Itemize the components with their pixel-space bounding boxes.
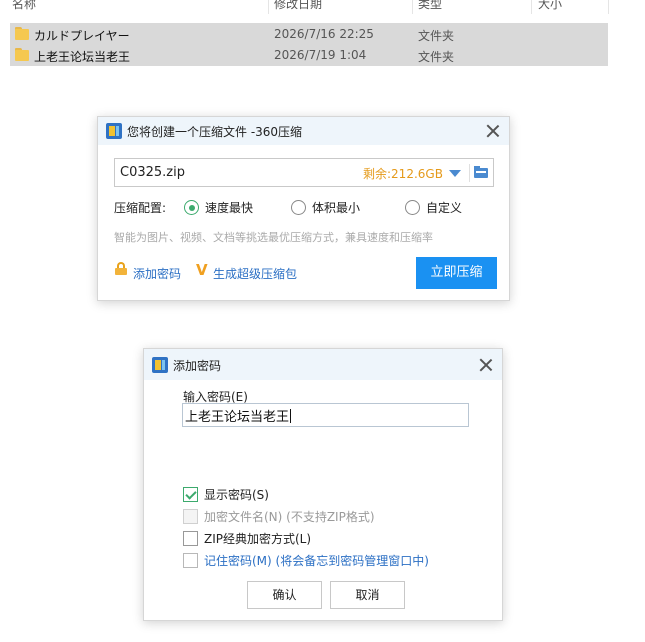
encrypt-filenames-checkbox: 加密文件名(N) (不支持ZIP格式) (183, 508, 375, 525)
file-name: 上老王论坛当老王 (34, 50, 131, 64)
lock-icon (115, 262, 127, 275)
dropdown-arrow-icon[interactable] (449, 170, 461, 177)
compress-hint-text: 智能为图片、视频、文档等挑选最优压缩方式，兼具速度和压缩率 (114, 231, 433, 244)
add-password-link[interactable]: 添加密码 (133, 265, 181, 282)
zip-classic-encryption-checkbox[interactable]: ZIP经典加密方式(L) (183, 530, 311, 547)
compress-dialog-titlebar[interactable]: 您将创建一个压缩文件 -360压缩 (98, 117, 509, 145)
compress-now-button[interactable]: 立即压缩 (416, 257, 497, 289)
radio-fastest[interactable]: 速度最快 (184, 199, 253, 216)
show-password-checkbox[interactable]: 显示密码(S) (183, 486, 269, 503)
column-separator[interactable] (531, 0, 532, 14)
app-360zip-icon (106, 123, 122, 139)
folder-icon (15, 27, 29, 40)
radio-unselected-icon[interactable] (405, 200, 420, 215)
radio-smallest[interactable]: 体积最小 (291, 199, 360, 216)
radio-label: 速度最快 (205, 201, 254, 215)
file-modified: 2026/7/19 1:04 (274, 48, 367, 62)
column-header-modified[interactable]: 修改日期 (274, 0, 322, 12)
text-caret (290, 409, 292, 423)
app-360zip-icon (152, 357, 168, 373)
radio-unselected-icon[interactable] (291, 200, 306, 215)
column-header-name[interactable]: 名称 (12, 0, 36, 12)
add-password-dialog: 添加密码 输入密码(E) 上老王论坛当老王 显示密码(S) 加密文件名(N) (… (143, 348, 503, 621)
password-dialog-title: 添加密码 (173, 359, 222, 373)
checkbox-label: 加密文件名(N) (不支持ZIP格式) (204, 510, 375, 524)
column-separator[interactable] (412, 0, 413, 14)
super-package-link[interactable]: 生成超级压缩包 (213, 265, 297, 282)
radio-label: 体积最小 (312, 201, 361, 215)
compress-config-label: 压缩配置: (114, 201, 167, 215)
cancel-button[interactable]: 取消 (330, 581, 405, 609)
vip-v-icon: V (196, 261, 208, 279)
free-space-label: 剩余:212.6GB (363, 167, 443, 181)
file-list-header: 名称 修改日期 类型 大小 (0, 0, 609, 14)
file-type: 文件夹 (418, 50, 455, 64)
close-icon[interactable] (485, 123, 501, 139)
browse-folder-icon[interactable] (474, 166, 488, 178)
confirm-button[interactable]: 确认 (247, 581, 322, 609)
radio-label: 自定义 (426, 201, 463, 215)
column-separator[interactable] (608, 0, 609, 14)
checkbox-unchecked-icon[interactable] (183, 553, 198, 568)
checkbox-unchecked-icon[interactable] (183, 531, 198, 546)
column-header-type[interactable]: 类型 (418, 0, 442, 12)
checkbox-label: 记住密码(M) (将会备忘到密码管理窗口中) (204, 554, 429, 568)
checkbox-label: ZIP经典加密方式(L) (204, 532, 312, 546)
file-name: カルドプレイヤー (34, 29, 130, 43)
folder-icon (15, 48, 29, 61)
field-divider (469, 164, 470, 182)
compress-dialog-title: 您将创建一个压缩文件 -360压缩 (127, 125, 303, 139)
remember-password-checkbox[interactable]: 记住密码(M) (将会备忘到密码管理窗口中) (183, 552, 429, 569)
checkbox-checked-icon[interactable] (183, 487, 198, 502)
column-header-size[interactable]: 大小 (538, 0, 562, 12)
archive-path-field[interactable]: C0325.zip 剩余:212.6GB (114, 158, 494, 187)
checkbox-disabled-icon (183, 509, 198, 524)
checkbox-label: 显示密码(S) (204, 488, 269, 502)
password-input[interactable]: 上老王论坛当老王 (182, 403, 469, 427)
password-value: 上老王论坛当老王 (185, 410, 290, 425)
file-row-2[interactable]: 上老王论坛当老王 2026/7/19 1:04 文件夹 (10, 44, 608, 66)
compress-dialog: 您将创建一个压缩文件 -360压缩 C0325.zip 剩余:212.6GB 压… (97, 116, 510, 301)
archive-filename[interactable]: C0325.zip (120, 165, 185, 180)
file-type: 文件夹 (418, 29, 455, 43)
radio-custom[interactable]: 自定义 (405, 199, 462, 216)
column-separator[interactable] (268, 0, 269, 14)
file-row-1[interactable]: カルドプレイヤー 2026/7/16 22:25 文件夹 (10, 23, 608, 45)
radio-selected-icon[interactable] (184, 200, 199, 215)
password-dialog-titlebar[interactable]: 添加密码 (144, 349, 502, 380)
close-icon[interactable] (478, 357, 494, 373)
file-modified: 2026/7/16 22:25 (274, 27, 374, 41)
